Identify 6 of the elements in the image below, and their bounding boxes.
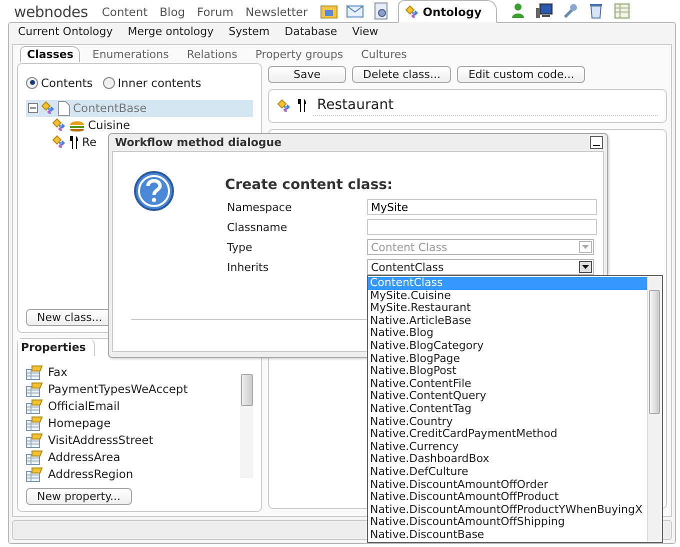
field-label: Type xyxy=(226,240,254,254)
field-label: Namespace xyxy=(226,200,293,214)
field-label: Classname xyxy=(226,220,288,234)
field-label: Inherits xyxy=(226,260,270,274)
dialog-heading: Create content class: xyxy=(225,177,394,193)
dialog-title: Workflow method dialogue xyxy=(115,136,282,149)
